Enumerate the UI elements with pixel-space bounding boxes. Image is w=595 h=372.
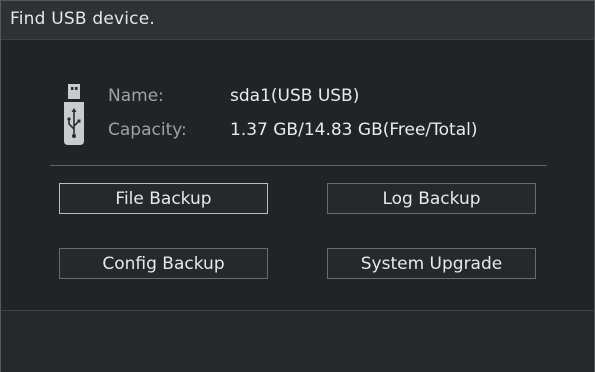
section-divider bbox=[50, 165, 547, 166]
dialog-title-bar: Find USB device. bbox=[1, 1, 594, 40]
dialog-title: Find USB device. bbox=[10, 9, 155, 29]
log-backup-button[interactable]: Log Backup bbox=[327, 183, 536, 214]
system-upgrade-button[interactable]: System Upgrade bbox=[327, 248, 536, 279]
capacity-value: 1.37 GB/14.83 GB(Free/Total) bbox=[230, 120, 478, 140]
usb-drive-icon bbox=[64, 84, 84, 145]
dialog-footer bbox=[1, 310, 594, 372]
file-backup-button[interactable]: File Backup bbox=[59, 183, 268, 214]
capacity-label: Capacity: bbox=[108, 120, 187, 140]
name-label: Name: bbox=[108, 86, 164, 106]
config-backup-button[interactable]: Config Backup bbox=[59, 248, 268, 279]
device-name-value: sda1(USB USB) bbox=[230, 86, 360, 106]
usb-device-dialog: Find USB device. Name: sda1(USB USB) Cap… bbox=[0, 0, 595, 372]
